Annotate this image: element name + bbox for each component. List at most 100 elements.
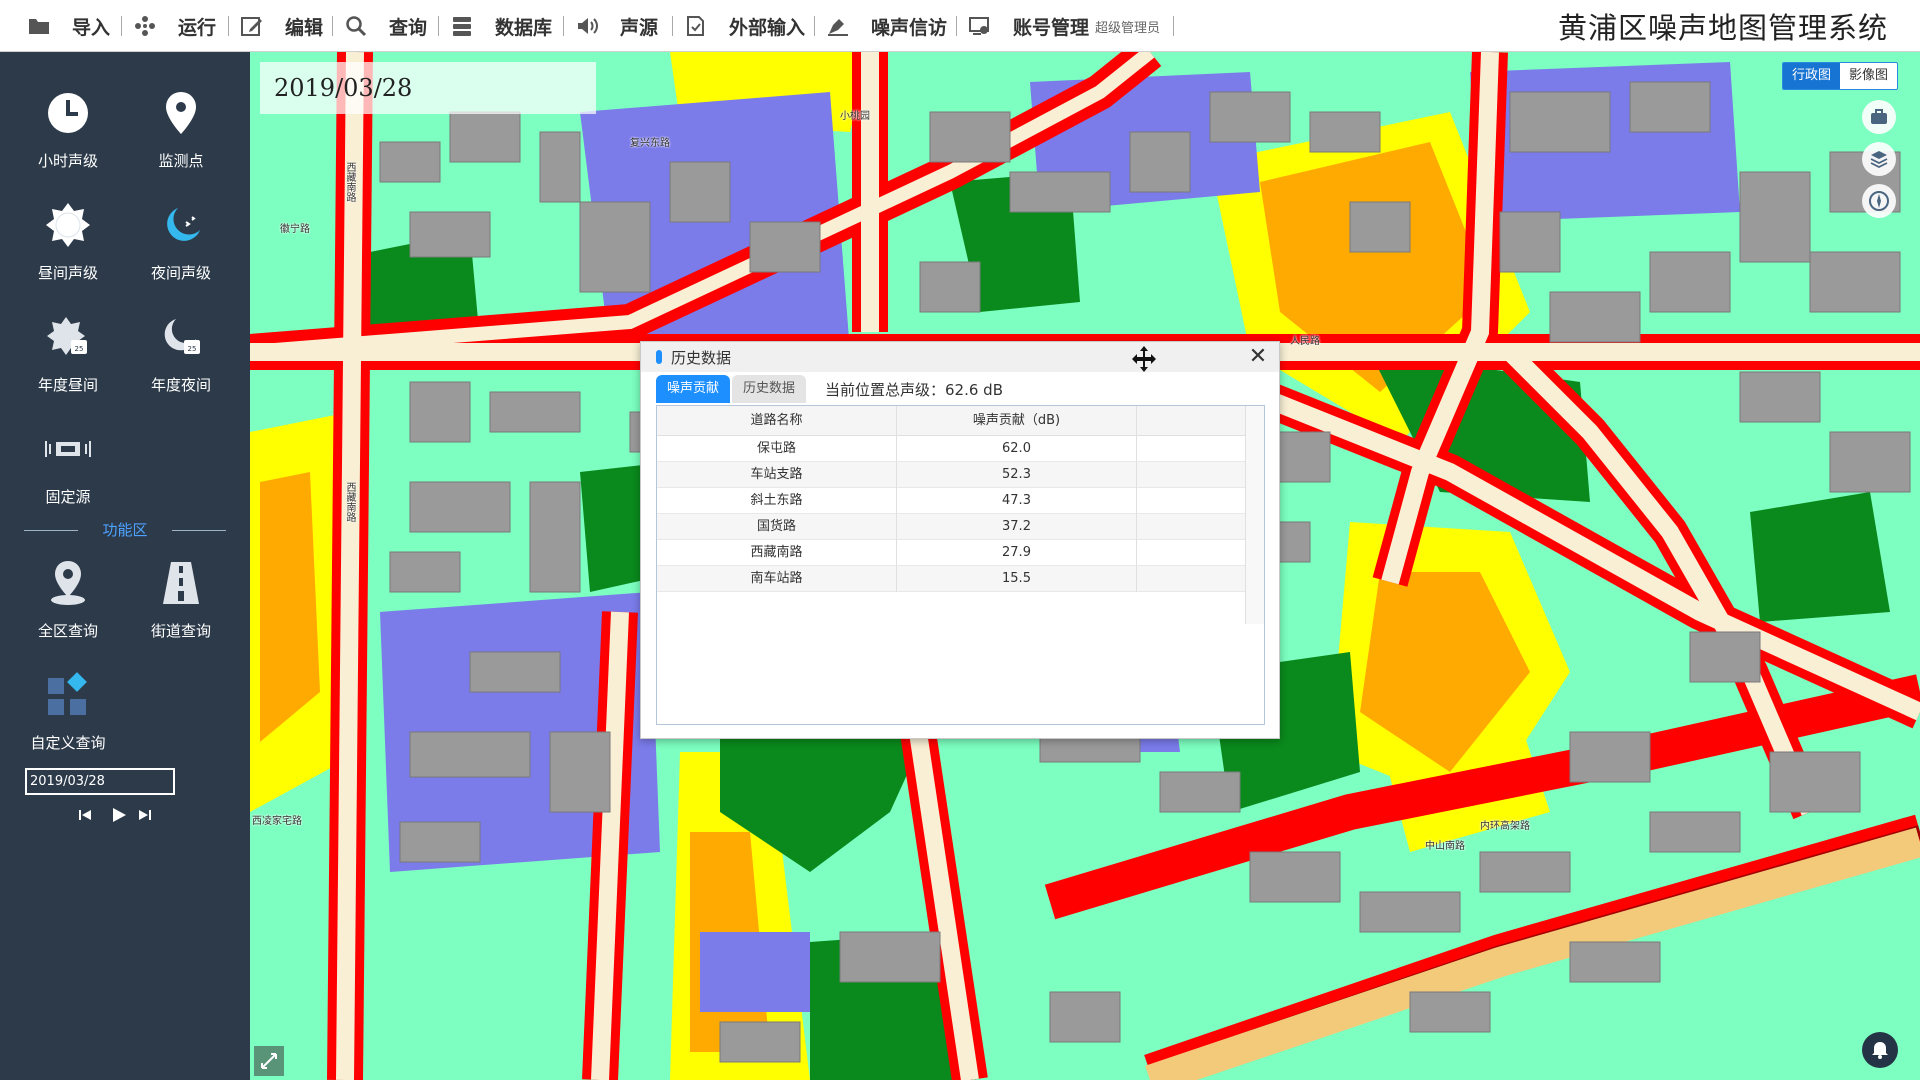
skip-back-icon[interactable] <box>78 808 92 822</box>
hourly-level-button[interactable]: 小时声级 <box>12 80 124 180</box>
tab-history-data[interactable]: 历史数据 <box>732 375 807 403</box>
table-scrollbar[interactable] <box>1245 406 1264 624</box>
admin-map-button[interactable]: 行政图 <box>1782 63 1840 89</box>
fullscreen-button[interactable] <box>254 1046 284 1076</box>
district-query-label: 全区查询 <box>37 622 98 640</box>
table-row[interactable]: 车站支路 52.3 <box>657 462 1245 488</box>
road-label: 小桃园 <box>840 111 870 122</box>
layers-icon <box>1870 151 1888 169</box>
account-management-button[interactable]: 账号管理 超级管理员 <box>969 0 1160 52</box>
noise-complaint-label: 噪声信访 <box>871 16 948 39</box>
close-icon[interactable]: ✕ <box>1247 344 1269 369</box>
annual-night-button[interactable]: 25 年度夜间 <box>125 304 237 404</box>
night-level-button[interactable]: 夜间声级 <box>125 192 237 292</box>
notification-button[interactable] <box>1862 1032 1898 1068</box>
toolbar-divider <box>1173 16 1174 36</box>
database-button[interactable]: 数据库 <box>451 0 552 52</box>
history-data-dialog: 历史数据 ✕ 噪声贡献 历史数据 当前位置总声级：62.6 dB 道路名称 噪声… <box>640 341 1280 739</box>
street-query-label: 街道查询 <box>150 622 211 640</box>
dialog-header[interactable]: 历史数据 ✕ <box>641 342 1279 372</box>
contribution-cell: 15.5 <box>897 566 1137 592</box>
monitoring-point-label: 监测点 <box>158 152 204 170</box>
toolbar-divider <box>121 16 122 36</box>
run-button[interactable]: 运行 <box>134 0 216 52</box>
compass-icon <box>1869 191 1889 211</box>
custom-query-button[interactable]: 自定义查询 <box>12 662 124 762</box>
fixed-source-icon <box>45 441 91 457</box>
sidebar: 小时声级 监测点 昼间声级 夜间声级 25 年度昼间 25 年度夜间 固定源 功… <box>0 52 250 1080</box>
database-label: 数据库 <box>495 16 553 39</box>
contribution-cell: 37.2 <box>897 514 1137 540</box>
contribution-cell: 62.0 <box>897 436 1137 462</box>
compass-button[interactable] <box>1862 184 1896 218</box>
road-label: 西藏南路 <box>344 482 355 522</box>
road-name-cell: 斜土东路 <box>657 488 897 514</box>
road-name-cell: 车站支路 <box>657 462 897 488</box>
day-level-button[interactable]: 昼间声级 <box>12 192 124 292</box>
moon-calendar-icon: 25 <box>164 319 200 354</box>
tab-noise-contribution[interactable]: 噪声贡献 <box>656 375 731 403</box>
playback-controls <box>70 804 180 826</box>
column-header-contribution[interactable]: 噪声贡献（dB) <box>897 406 1137 436</box>
title-marker <box>656 350 662 364</box>
table-row[interactable]: 西藏南路 27.9 <box>657 540 1245 566</box>
toolbar-divider <box>228 16 229 36</box>
play-icon[interactable] <box>110 806 128 824</box>
night-level-label: 夜间声级 <box>150 264 211 282</box>
annual-day-label: 年度昼间 <box>37 376 98 394</box>
sound-source-button[interactable]: 声源 <box>576 0 658 52</box>
top-toolbar: 导入 运行 编辑 查询 数据库 声源 外部输入 噪声信访 账号管理 超级管理员 … <box>0 0 1920 52</box>
district-query-button[interactable]: 全区查询 <box>12 550 124 650</box>
location-pin-icon <box>166 92 196 134</box>
custom-query-label: 自定义查询 <box>30 734 106 752</box>
layers-button[interactable] <box>1862 142 1896 176</box>
import-button[interactable]: 导入 <box>28 0 110 52</box>
query-label: 查询 <box>389 16 428 39</box>
custom-grid-icon <box>48 672 87 715</box>
external-input-label: 外部输入 <box>729 16 806 39</box>
moon-icon <box>167 208 200 241</box>
dialog-title: 历史数据 <box>671 349 732 367</box>
expand-icon <box>261 1053 277 1069</box>
road-label: 西藏南路 <box>344 162 355 202</box>
annual-day-button[interactable]: 25 年度昼间 <box>12 304 124 404</box>
map-type-switch: 行政图 影像图 <box>1781 62 1898 90</box>
road-label: 西凌家宅路 <box>252 816 302 827</box>
road-label: 内环高架路 <box>1480 821 1530 832</box>
svg-text:25: 25 <box>188 345 197 353</box>
toolbar-divider <box>956 16 957 36</box>
table-row[interactable]: 国货路 37.2 <box>657 514 1245 540</box>
edit-button[interactable]: 编辑 <box>241 0 323 52</box>
satellite-map-button[interactable]: 影像图 <box>1839 63 1897 89</box>
account-icon <box>969 15 991 37</box>
query-button[interactable]: 查询 <box>345 0 427 52</box>
table-row[interactable]: 斜土东路 47.3 <box>657 488 1245 514</box>
street-query-button[interactable]: 街道查询 <box>125 550 237 650</box>
map-date-label: 2019/03/28 <box>260 62 596 114</box>
move-icon[interactable] <box>1129 344 1159 374</box>
fixed-source-button[interactable]: 固定源 <box>12 416 124 516</box>
skip-forward-icon[interactable] <box>138 808 152 822</box>
app-title: 黄浦区噪声地图管理系统 <box>1557 11 1888 45</box>
bell-icon <box>1872 1042 1888 1059</box>
briefcase-icon <box>1871 109 1887 124</box>
table-row[interactable]: 保屯路 62.0 <box>657 436 1245 462</box>
toolbar-divider <box>438 16 439 36</box>
table-row[interactable]: 南车站路 15.5 <box>657 566 1245 592</box>
road-label: 复兴东路 <box>630 138 670 149</box>
road-name-cell: 国货路 <box>657 514 897 540</box>
monitoring-point-button[interactable]: 监测点 <box>125 80 237 180</box>
column-header-road[interactable]: 道路名称 <box>657 406 897 436</box>
run-icon <box>134 15 156 37</box>
date-input[interactable] <box>25 768 175 795</box>
annual-night-label: 年度夜间 <box>150 376 211 394</box>
toolbar-divider <box>814 16 815 36</box>
noise-complaint-button[interactable]: 噪声信访 <box>827 0 947 52</box>
external-input-button[interactable]: 外部输入 <box>685 0 805 52</box>
sun-icon <box>46 203 90 247</box>
toolbox-button[interactable] <box>1862 100 1896 134</box>
toolbar-divider <box>672 16 673 36</box>
hourly-level-label: 小时声级 <box>37 152 98 170</box>
contribution-cell: 52.3 <box>897 462 1137 488</box>
search-icon <box>345 15 367 37</box>
